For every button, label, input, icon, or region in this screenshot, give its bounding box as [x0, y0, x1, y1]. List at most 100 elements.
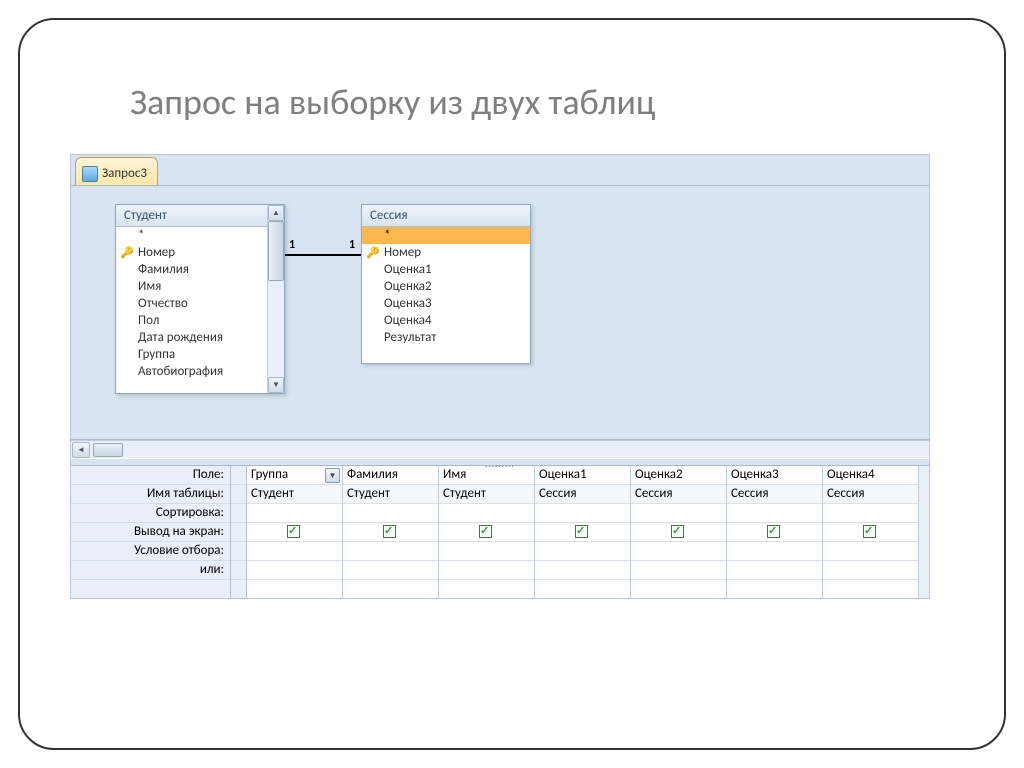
cell-field[interactable]: Фамилия — [343, 466, 438, 485]
entity-field[interactable]: Автобиография — [116, 363, 267, 380]
entity-title[interactable]: Студент — [116, 205, 284, 227]
scroll-down-icon[interactable]: ▼ — [268, 377, 284, 393]
relationship-pane[interactable]: 1 1 Студент*🔑НомерФамилияИмяОтчествоПолД… — [71, 185, 929, 440]
cell-show[interactable] — [343, 523, 438, 542]
entity-field[interactable]: Отчество — [116, 295, 267, 312]
show-checkbox[interactable] — [767, 525, 780, 538]
cell-table[interactable]: Сессия — [823, 485, 918, 504]
entity-field[interactable]: Имя — [116, 278, 267, 295]
cell-criteria[interactable] — [727, 542, 822, 561]
cell-table[interactable]: Студент — [343, 485, 438, 504]
cell-or[interactable] — [535, 561, 630, 580]
label-sort: Сортировка: — [71, 504, 230, 523]
cell-show[interactable] — [727, 523, 822, 542]
entity-title[interactable]: Сессия — [362, 205, 530, 227]
cell-show[interactable] — [631, 523, 726, 542]
relationship-card-right: 1 — [349, 238, 355, 252]
entity-field[interactable]: Пол — [116, 312, 267, 329]
scroll-thumb[interactable] — [93, 443, 123, 457]
cell-show[interactable] — [439, 523, 534, 542]
cell-extra[interactable] — [247, 580, 342, 599]
cell-table[interactable]: Сессия — [535, 485, 630, 504]
show-checkbox[interactable] — [863, 525, 876, 538]
entity-field[interactable]: Оценка2 — [362, 278, 530, 295]
cell-table[interactable]: Сессия — [727, 485, 822, 504]
splitter-handle[interactable] — [71, 458, 929, 466]
entity-field[interactable]: Оценка1 — [362, 261, 530, 278]
cell-field[interactable]: Оценка3 — [727, 466, 822, 485]
entity-table[interactable]: Сессия*🔑НомерОценка1Оценка2Оценка3Оценка… — [361, 204, 531, 364]
dropdown-arrow-icon[interactable]: ▼ — [325, 468, 340, 483]
cell-extra[interactable] — [439, 580, 534, 599]
cell-table[interactable]: Студент — [439, 485, 534, 504]
cell-sort[interactable] — [343, 504, 438, 523]
cell-or[interactable] — [823, 561, 918, 580]
cell-extra[interactable] — [823, 580, 918, 599]
cell-sort[interactable] — [631, 504, 726, 523]
show-checkbox[interactable] — [479, 525, 492, 538]
hscrollbar[interactable]: ◄ — [71, 440, 929, 458]
cell-field[interactable]: Оценка1 — [535, 466, 630, 485]
show-checkbox[interactable] — [575, 525, 588, 538]
entity-field[interactable]: * — [362, 227, 530, 244]
entity-field[interactable]: 🔑Номер — [362, 244, 530, 261]
cell-field[interactable]: Оценка2 — [631, 466, 726, 485]
cell-criteria[interactable] — [247, 542, 342, 561]
cell-extra[interactable] — [631, 580, 726, 599]
cell-or[interactable] — [247, 561, 342, 580]
cell-show[interactable] — [247, 523, 342, 542]
field-name: Результат — [384, 330, 436, 345]
scroll-left-icon[interactable]: ◄ — [72, 442, 90, 458]
cell-criteria[interactable] — [823, 542, 918, 561]
entity-field[interactable]: Группа — [116, 346, 267, 363]
cell-or[interactable] — [343, 561, 438, 580]
scroll-thumb[interactable] — [268, 221, 284, 281]
cell-show[interactable] — [535, 523, 630, 542]
relationship-card-left: 1 — [289, 238, 295, 252]
cell-or[interactable] — [727, 561, 822, 580]
vscrollbar[interactable]: ▲▼ — [267, 205, 284, 393]
cell-extra[interactable] — [727, 580, 822, 599]
cell-criteria[interactable] — [343, 542, 438, 561]
cell-criteria[interactable] — [535, 542, 630, 561]
cell-table[interactable]: Сессия — [631, 485, 726, 504]
scroll-track[interactable] — [268, 221, 284, 377]
cell-field[interactable]: Группа▼ — [247, 466, 342, 485]
show-checkbox[interactable] — [383, 525, 396, 538]
entity-field[interactable]: Фамилия — [116, 261, 267, 278]
cell-criteria[interactable] — [439, 542, 534, 561]
scroll-up-icon[interactable]: ▲ — [268, 205, 284, 221]
field-name: Отчество — [138, 296, 188, 311]
entity-field[interactable]: Оценка3 — [362, 295, 530, 312]
entity-table[interactable]: Студент*🔑НомерФамилияИмяОтчествоПолДата … — [115, 204, 285, 394]
entity-field[interactable]: Дата рождения — [116, 329, 267, 346]
cell-sort[interactable] — [535, 504, 630, 523]
cell-field[interactable]: Имя — [439, 466, 534, 485]
entity-field[interactable]: * — [116, 227, 267, 244]
cell-table[interactable]: Студент — [247, 485, 342, 504]
entity-field[interactable]: 🔑Номер — [116, 244, 267, 261]
show-checkbox[interactable] — [671, 525, 684, 538]
grid-columns: Группа▼СтудентФамилияСтудентИмяСтудентОц… — [247, 466, 919, 599]
cell-field[interactable]: Оценка4 — [823, 466, 918, 485]
entity-field[interactable]: Оценка4 — [362, 312, 530, 329]
cell-show[interactable] — [823, 523, 918, 542]
cell-sort[interactable] — [727, 504, 822, 523]
entity-field-list: *🔑НомерФамилияИмяОтчествоПолДата рождени… — [116, 227, 284, 380]
cell-criteria[interactable] — [631, 542, 726, 561]
cell-sort[interactable] — [247, 504, 342, 523]
cell-extra[interactable] — [343, 580, 438, 599]
grid-column: Оценка4Сессия — [823, 466, 919, 599]
cell-or[interactable] — [631, 561, 726, 580]
cell-or[interactable] — [439, 561, 534, 580]
show-checkbox[interactable] — [287, 525, 300, 538]
tab-query3[interactable]: Запрос3 — [75, 157, 158, 185]
relationship-line[interactable] — [285, 254, 361, 256]
entity-field[interactable]: Результат — [362, 329, 530, 346]
cell-sort[interactable] — [823, 504, 918, 523]
grid-row-labels: Поле: Имя таблицы: Сортировка: Вывод на … — [71, 466, 231, 599]
cell-sort[interactable] — [439, 504, 534, 523]
cell-extra[interactable] — [535, 580, 630, 599]
slide-title: Запрос на выборку из двух таблиц — [130, 80, 954, 124]
label-table: Имя таблицы: — [71, 485, 230, 504]
